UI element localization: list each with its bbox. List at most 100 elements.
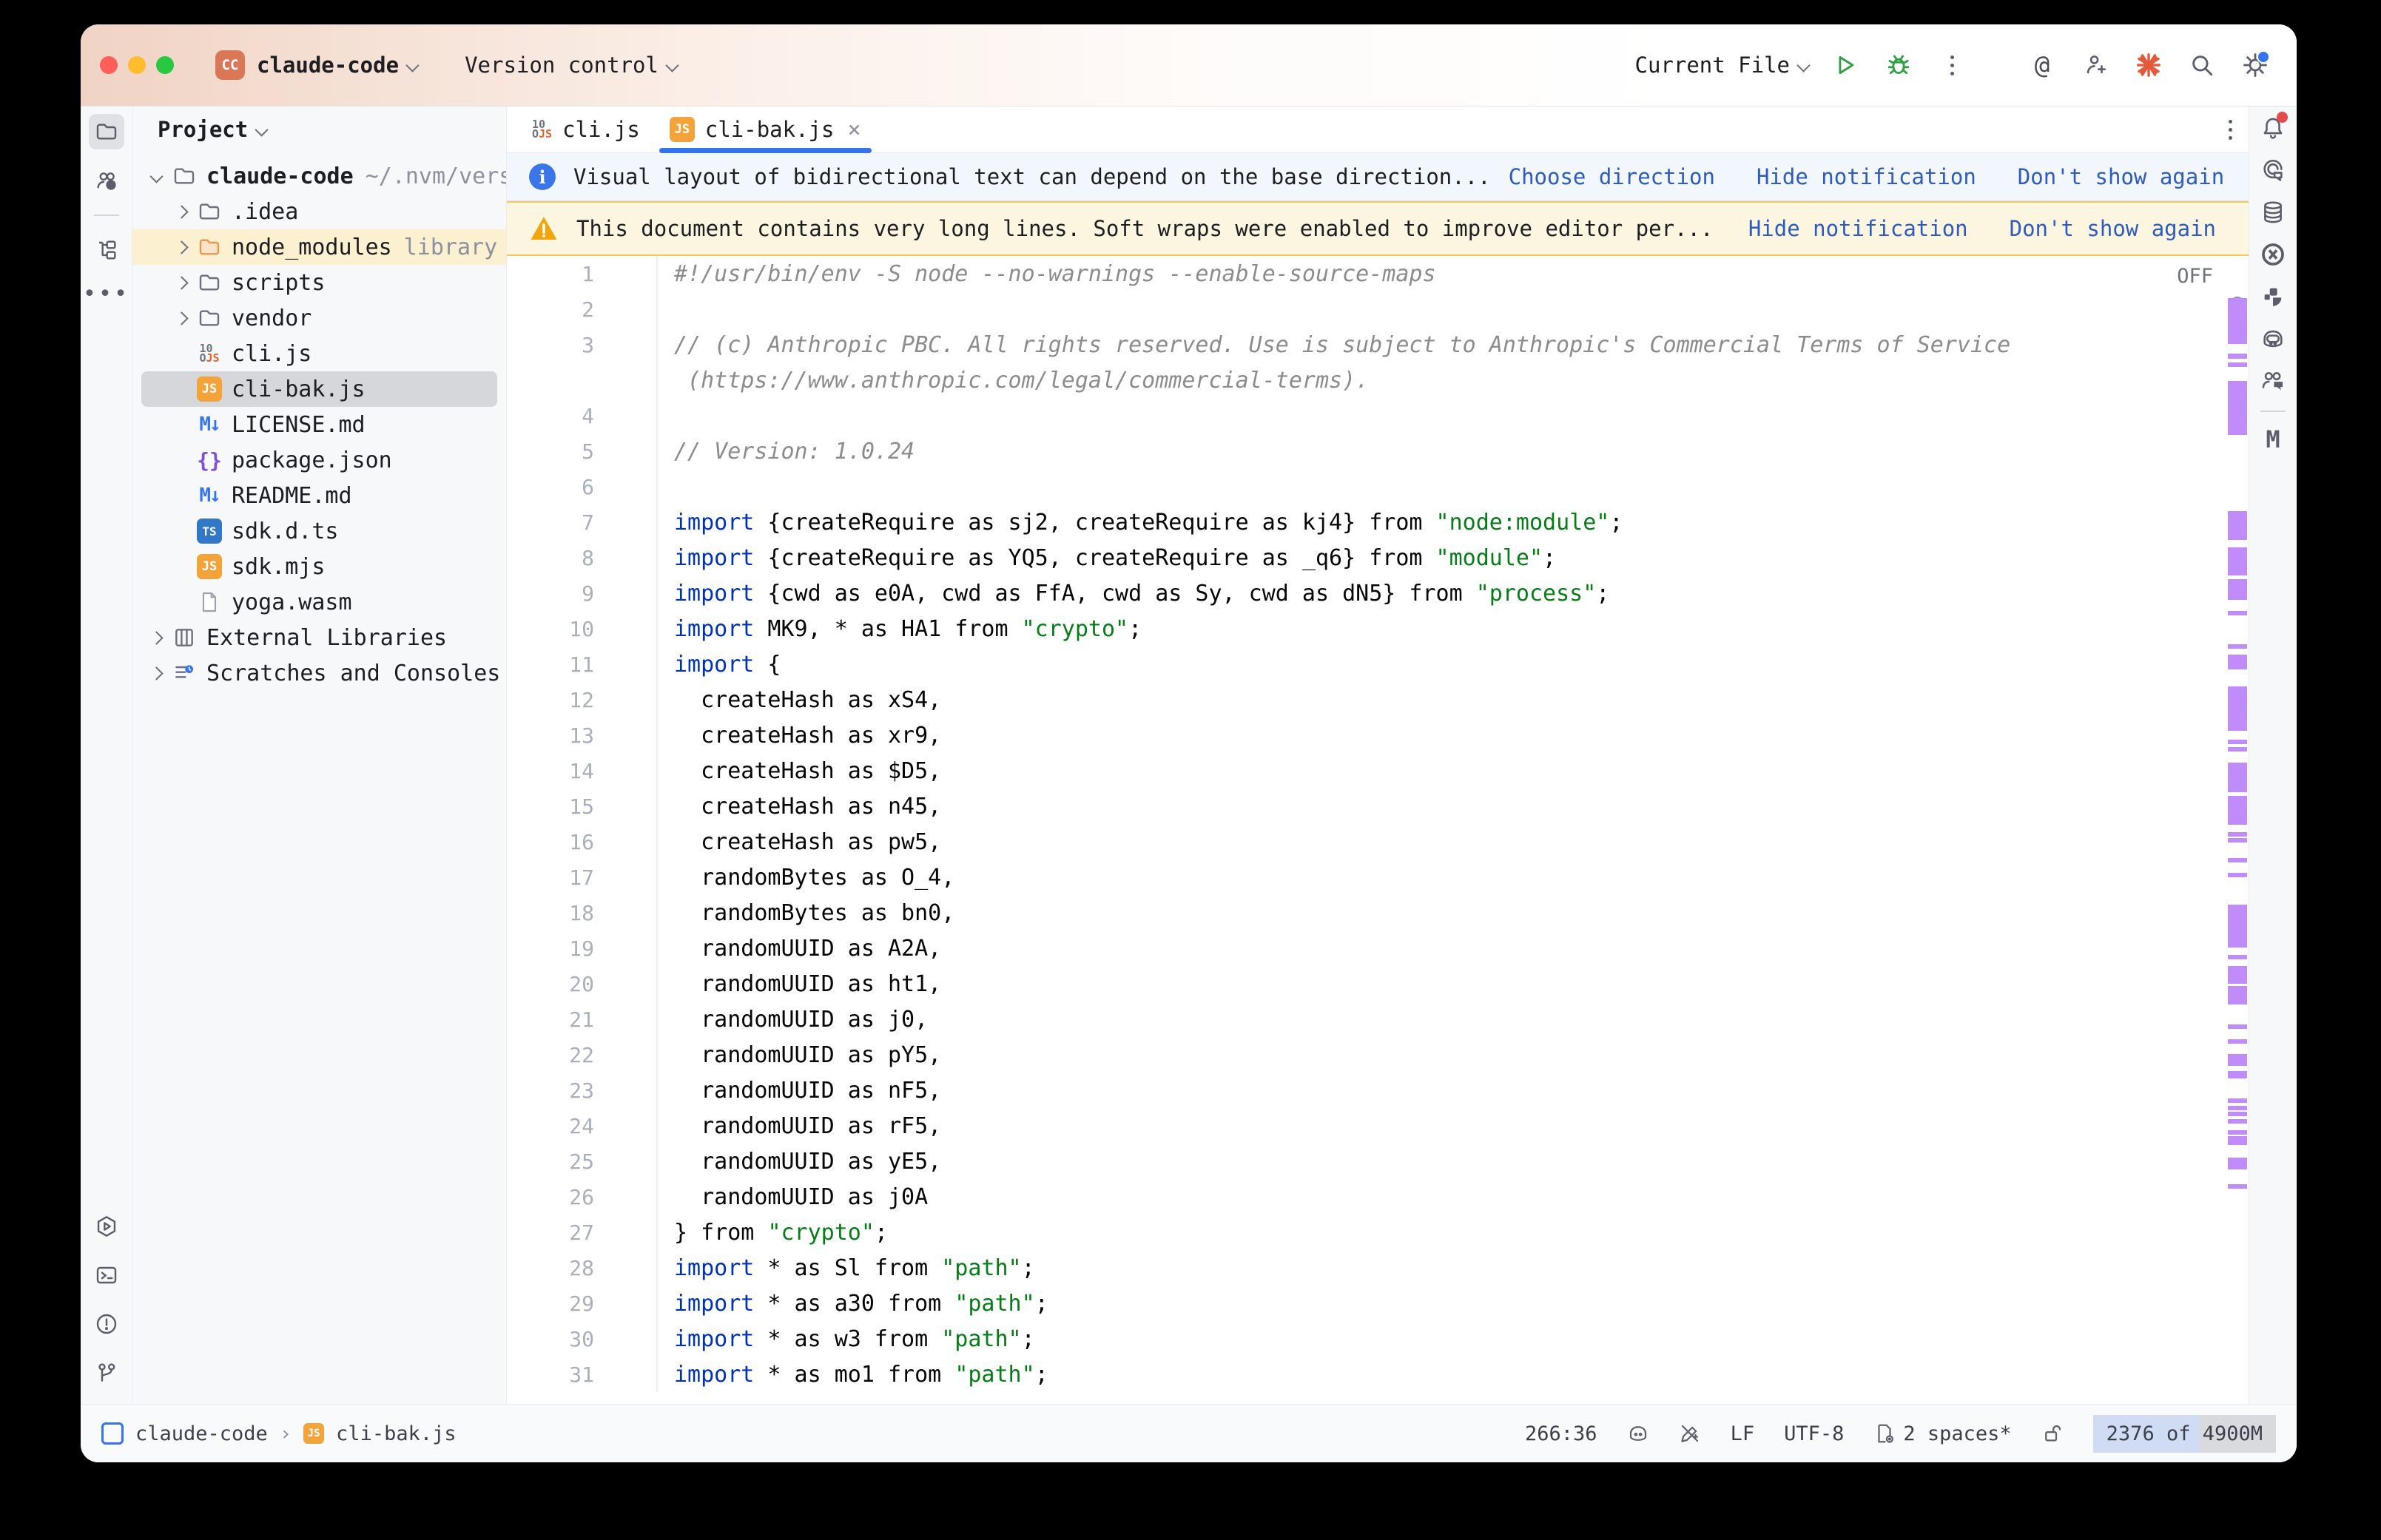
- project-panel-header[interactable]: Project: [132, 107, 506, 152]
- chevron-right-icon[interactable]: [175, 311, 188, 325]
- copilot-tool-button[interactable]: [2256, 322, 2290, 356]
- tree-item-license-md[interactable]: M↓LICENSE.md: [132, 407, 506, 442]
- change-marker[interactable]: [2228, 362, 2247, 367]
- project-name-menu[interactable]: claude-code: [257, 53, 399, 78]
- code-with-me-button[interactable]: [2079, 49, 2112, 81]
- tab-cli-bak-js[interactable]: JS cli-bak.js ×: [655, 107, 876, 152]
- change-marker[interactable]: [2228, 686, 2247, 731]
- debug-button[interactable]: [1882, 49, 1915, 81]
- search-everywhere-button[interactable]: [2186, 49, 2218, 81]
- version-control-menu[interactable]: Version control: [465, 53, 659, 78]
- change-marker[interactable]: [2228, 298, 2247, 344]
- dont-show-again-link[interactable]: Don't show again: [2018, 164, 2224, 189]
- tree-item-cli-js[interactable]: 10OJScli.js: [132, 336, 506, 371]
- settings-button[interactable]: [2239, 49, 2271, 81]
- hide-notification-link[interactable]: Hide notification: [1757, 164, 1976, 189]
- change-marker[interactable]: [2228, 644, 2247, 649]
- indent-widget[interactable]: 2 spaces*: [1873, 1422, 2011, 1445]
- change-marker[interactable]: [2228, 838, 2247, 842]
- tree-item-yoga-wasm[interactable]: yoga.wasm: [132, 584, 506, 620]
- ai-chat-tool-button[interactable]: [2256, 153, 2290, 187]
- change-marker[interactable]: [2228, 740, 2247, 744]
- maximize-window-button[interactable]: [156, 56, 174, 74]
- change-marker[interactable]: [2228, 796, 2247, 825]
- structure-tool-button[interactable]: [89, 232, 124, 268]
- encoding-widget[interactable]: UTF-8: [1784, 1422, 1844, 1445]
- chevron-right-icon[interactable]: [149, 666, 163, 680]
- code-editor[interactable]: 1#!/usr/bin/env -S node --no-warnings --…: [507, 256, 2249, 1404]
- change-marker[interactable]: [2228, 1024, 2247, 1029]
- change-marker[interactable]: [2228, 1158, 2247, 1169]
- ai-assistant-button[interactable]: [2132, 49, 2165, 81]
- tab-cli-js[interactable]: 10OJS cli.js: [517, 107, 655, 152]
- line-separator-widget[interactable]: LF: [1731, 1422, 1755, 1445]
- copilot-status-button[interactable]: [1627, 1422, 1649, 1445]
- run-button[interactable]: [1829, 49, 1862, 81]
- change-marker[interactable]: [2228, 1071, 2247, 1078]
- tree-item-node-modules[interactable]: node_moduleslibrary: [132, 229, 506, 265]
- change-marker[interactable]: [2228, 1054, 2247, 1066]
- change-marker[interactable]: [2228, 655, 2247, 669]
- change-marker[interactable]: [2228, 1112, 2247, 1116]
- change-marker[interactable]: [2228, 905, 2247, 948]
- readonly-toggle-button[interactable]: [2041, 1422, 2064, 1445]
- services-tool-button[interactable]: [89, 1209, 124, 1244]
- tree-item-sdk-d-ts[interactable]: TSsdk.d.ts: [132, 513, 506, 549]
- breadcrumb-file[interactable]: cli-bak.js: [336, 1422, 457, 1445]
- maven-tool-button[interactable]: M: [2256, 422, 2290, 456]
- more-tool-windows-button[interactable]: •••: [83, 281, 129, 307]
- change-marker[interactable]: [2228, 747, 2247, 752]
- tree-item-readme-md[interactable]: M↓README.md: [132, 478, 506, 513]
- ai-edit-disabled-button[interactable]: [1679, 1422, 1701, 1445]
- change-marker[interactable]: [2228, 966, 2247, 984]
- tab-options-button[interactable]: [2229, 120, 2232, 140]
- version-control-tool-button[interactable]: [89, 1355, 124, 1391]
- tree-item--idea[interactable]: .idea: [132, 194, 506, 229]
- minimize-window-button[interactable]: [128, 56, 146, 74]
- change-marker[interactable]: [2228, 1119, 2247, 1124]
- change-marker[interactable]: [2228, 1039, 2247, 1044]
- change-marker[interactable]: [2228, 1130, 2247, 1135]
- run-configuration-select[interactable]: Current File: [1634, 53, 1790, 78]
- x-circle-tool-button[interactable]: [2256, 237, 2290, 271]
- database-tool-button[interactable]: [2256, 195, 2290, 229]
- grazie-button[interactable]: @: [2026, 49, 2058, 81]
- change-marker[interactable]: [2228, 832, 2247, 837]
- change-marker[interactable]: [2228, 354, 2247, 359]
- project-tool-button[interactable]: [89, 114, 124, 149]
- pull-requests-tool-button[interactable]: ?: [89, 163, 124, 198]
- scrollbar-marker-strip[interactable]: [2226, 256, 2249, 1404]
- change-marker[interactable]: [2228, 381, 2247, 435]
- change-marker[interactable]: [2228, 1184, 2247, 1189]
- change-marker[interactable]: [2228, 1098, 2247, 1103]
- hide-notification-link[interactable]: Hide notification: [1748, 216, 1968, 241]
- tree-item-vendor[interactable]: vendor: [132, 300, 506, 336]
- change-marker[interactable]: [2228, 986, 2247, 1004]
- change-marker[interactable]: [2228, 955, 2247, 959]
- close-tab-icon[interactable]: ×: [847, 117, 861, 143]
- notifications-tool-button[interactable]: [2256, 111, 2290, 145]
- change-marker[interactable]: [2228, 873, 2247, 877]
- change-marker[interactable]: [2228, 858, 2247, 862]
- chevron-right-icon[interactable]: [175, 276, 188, 289]
- tree-item-claude-code[interactable]: claude-code~/.nvm/vers: [132, 158, 506, 194]
- change-marker[interactable]: [2228, 1136, 2247, 1145]
- change-marker[interactable]: [2228, 1106, 2247, 1110]
- tree-item-scratches-and-consoles[interactable]: Scratches and Consoles: [132, 655, 506, 691]
- chevron-down-icon[interactable]: [149, 169, 163, 183]
- change-marker[interactable]: [2228, 579, 2247, 600]
- dont-show-again-link[interactable]: Don't show again: [2010, 216, 2216, 241]
- change-marker[interactable]: [2228, 763, 2247, 792]
- breadcrumb-project[interactable]: claude-code: [135, 1422, 268, 1445]
- close-window-button[interactable]: [100, 56, 118, 74]
- pieces-tool-button[interactable]: [2256, 280, 2290, 314]
- more-actions-button[interactable]: [1936, 49, 1968, 81]
- chevron-right-icon[interactable]: [175, 240, 188, 254]
- change-marker[interactable]: [2228, 611, 2247, 615]
- code-with-me-tool-button[interactable]: [2256, 364, 2290, 398]
- chevron-right-icon[interactable]: [175, 205, 188, 218]
- chevron-right-icon[interactable]: [149, 631, 163, 644]
- tree-item-scripts[interactable]: scripts: [132, 265, 506, 300]
- change-marker[interactable]: [2228, 511, 2247, 540]
- tree-item-package-json[interactable]: {}package.json: [132, 442, 506, 478]
